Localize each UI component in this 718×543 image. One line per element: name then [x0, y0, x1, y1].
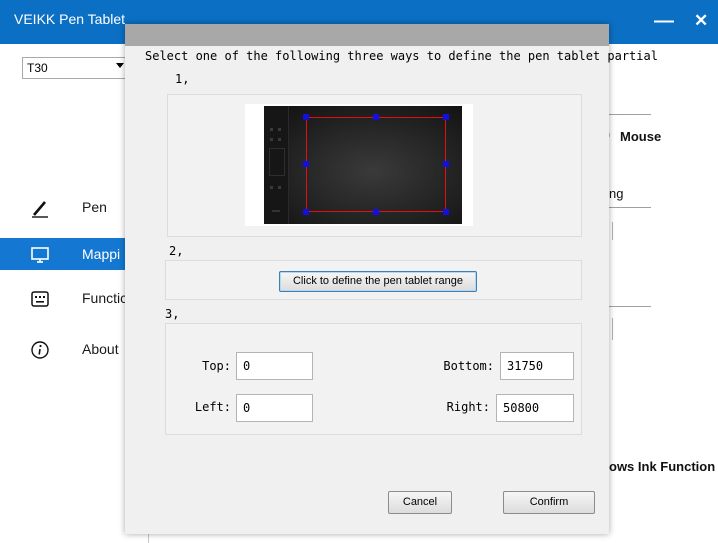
right-label: Right:: [446, 400, 490, 414]
sidebar-item-label: About: [82, 341, 119, 357]
define-range-button[interactable]: Click to define the pen tablet range: [279, 271, 477, 292]
background-field-edge: [609, 222, 613, 240]
sidebar-item-label: Pen: [82, 199, 107, 215]
tablet-preview[interactable]: [264, 106, 462, 224]
bottom-label: Bottom:: [443, 359, 494, 373]
model-select-value: T30: [27, 61, 48, 75]
windows-ink-label: ows Ink Function: [609, 459, 716, 474]
resize-handle[interactable]: [443, 161, 449, 167]
step1-label: 1,: [175, 72, 190, 86]
resize-handle[interactable]: [303, 114, 309, 120]
sidebar-item-label: Mappi: [82, 246, 121, 262]
resize-handle[interactable]: [303, 161, 309, 167]
divider-line: [609, 207, 651, 208]
define-range-dialog: Select one of the following three ways t…: [125, 24, 658, 534]
model-select[interactable]: T30: [22, 57, 130, 79]
monitor-icon: [31, 247, 49, 263]
dialog-title-bar[interactable]: [125, 24, 609, 46]
info-icon: [31, 341, 49, 359]
resize-handle[interactable]: [303, 209, 309, 215]
chevron-down-icon: [116, 63, 124, 68]
bottom-input[interactable]: 31750: [500, 352, 574, 380]
divider-line: [609, 306, 651, 307]
minimize-button[interactable]: —: [654, 10, 674, 32]
cancel-button[interactable]: Cancel: [388, 491, 452, 514]
resize-handle[interactable]: [373, 209, 379, 215]
top-label: Top:: [202, 359, 231, 373]
right-input[interactable]: 50800: [496, 394, 574, 422]
left-input[interactable]: 0: [236, 394, 313, 422]
resize-handle[interactable]: [443, 114, 449, 120]
step2-label: 2,: [169, 244, 184, 258]
mouse-option-label: Mouse: [620, 129, 662, 144]
resize-handle[interactable]: [443, 209, 449, 215]
pen-icon: [32, 201, 48, 218]
sidebar-item-label: Functic: [82, 290, 128, 306]
tablet-button-strip: [264, 106, 289, 224]
app-title: VEIKK Pen Tablet: [14, 11, 126, 27]
close-button[interactable]: ✕: [694, 10, 708, 32]
confirm-button[interactable]: Confirm: [503, 491, 595, 514]
background-label-fragment: ng: [609, 186, 624, 201]
selection-rectangle[interactable]: [306, 117, 446, 212]
resize-handle[interactable]: [373, 114, 379, 120]
keyboard-icon: [31, 291, 49, 307]
left-label: Left:: [194, 400, 231, 414]
background-field-edge: [609, 318, 613, 340]
top-input[interactable]: 0: [236, 352, 313, 380]
step3-label: 3,: [165, 307, 180, 321]
dialog-heading: Select one of the following three ways t…: [145, 49, 658, 63]
divider-line: [609, 114, 651, 115]
